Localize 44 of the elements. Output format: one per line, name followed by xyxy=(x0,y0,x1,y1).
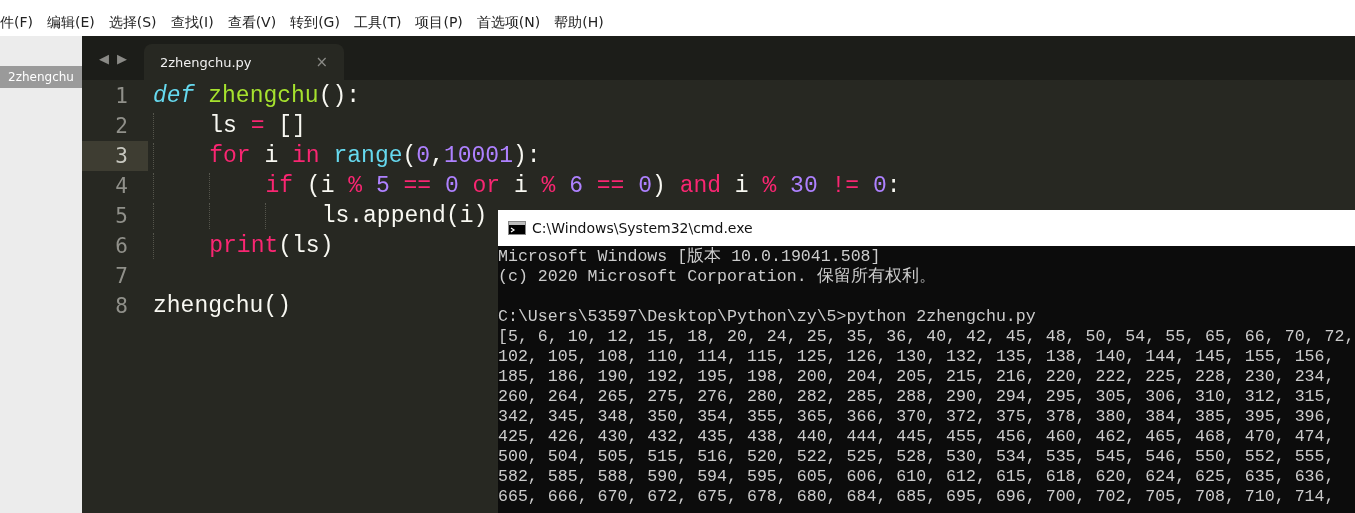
console-line: 260, 264, 265, 275, 276, 280, 282, 285, 288, 290, 294, 295, 305, 306, 310, 312, 315, xyxy=(498,387,1336,407)
code-line: for i in range(0,10001): xyxy=(153,143,541,169)
menu-item[interactable]: 编辑(E) xyxy=(47,14,95,32)
terminal-icon xyxy=(508,221,526,235)
console-prompt: C:\Users\53597\Desktop\Python\zy\5>python 2zhengchu.py xyxy=(498,307,1037,327)
tab-label: 2zhengchu.py xyxy=(160,54,252,70)
line-number: 3 xyxy=(82,141,148,171)
console-line: 582, 585, 588, 590, 594, 595, 605, 606, 610, 612, 615, 618, 620, 624, 625, 635, 636, xyxy=(498,467,1336,487)
menu-item[interactable]: 转到(G) xyxy=(290,14,340,32)
console-line: Microsoft Windows [版本 10.0.19041.508] xyxy=(498,247,882,267)
editor-tab[interactable]: 2zhengchu.py × xyxy=(144,44,344,80)
menu-item[interactable]: 查找(I) xyxy=(170,14,214,32)
close-button[interactable]: × xyxy=(315,53,328,71)
menu-item[interactable]: 件(F) xyxy=(0,14,33,32)
line-number: 5 xyxy=(114,203,129,230)
nav-arrow[interactable]: ▶ xyxy=(117,50,127,66)
menu-item[interactable]: 帮助(H) xyxy=(554,14,604,32)
line-number: 1 xyxy=(114,83,129,110)
console-line: 185, 186, 190, 192, 195, 198, 200, 204, 205, 215, 216, 220, 222, 225, 228, 230, 234, xyxy=(498,367,1336,387)
console-line: 500, 504, 505, 515, 516, 520, 522, 525, 528, 530, 534, 535, 545, 546, 550, 552, 555, xyxy=(498,447,1336,467)
console-line: 665, 666, 670, 672, 675, 678, 680, 684, 685, 695, 696, 700, 702, 705, 708, 710, 714, xyxy=(498,487,1336,507)
line-number: 7 xyxy=(114,263,129,290)
console-line: [5, 6, 10, 12, 15, 18, 20, 24, 25, 35, 36, 40, 42, 45, 48, 50, 54, 55, 65, 66, 70, 72, xyxy=(498,327,1355,347)
menu-item[interactable]: 查看(V) xyxy=(227,14,277,32)
console-title: C:\Windows\System32\cmd.exe xyxy=(532,220,753,236)
line-number: 4 xyxy=(114,173,129,200)
menu-item[interactable]: 首选项(N) xyxy=(476,14,541,32)
code-line: ls = [] xyxy=(153,113,306,139)
code-line: ls.append(i) xyxy=(153,203,488,229)
console-line: 342, 345, 348, 350, 354, 355, 365, 366, 370, 372, 375, 378, 380, 384, 385, 395, 396, xyxy=(498,407,1336,427)
code-line: def zhengchu(): xyxy=(153,83,361,109)
code-line: if (i % 5 == 0 or i % 6 == 0) and i % 30 != 0: xyxy=(153,173,901,199)
console-line: 102, 105, 108, 110, 114, 115, 125, 126, 130, 132, 135, 138, 140, 144, 145, 155, 156, xyxy=(498,347,1336,367)
line-number: 8 xyxy=(114,293,129,320)
menu-item[interactable]: 工具(T) xyxy=(353,14,402,32)
code-line: zhengchu() xyxy=(153,293,292,319)
line-number: 6 xyxy=(114,233,129,260)
console-line: 425, 426, 430, 432, 435, 438, 440, 444, 445, 455, 456, 460, 462, 465, 468, 470, 474, xyxy=(498,427,1336,447)
line-number: 2 xyxy=(114,113,129,140)
nav-arrow[interactable]: ◀ xyxy=(99,50,109,66)
code-line: print(ls) xyxy=(153,233,334,259)
menu-item[interactable]: 选择(S) xyxy=(108,14,157,32)
menu-item[interactable]: 项目(P) xyxy=(415,14,463,32)
console-line: (c) 2020 Microsoft Corporation. 保留所有权利。 xyxy=(498,267,937,287)
